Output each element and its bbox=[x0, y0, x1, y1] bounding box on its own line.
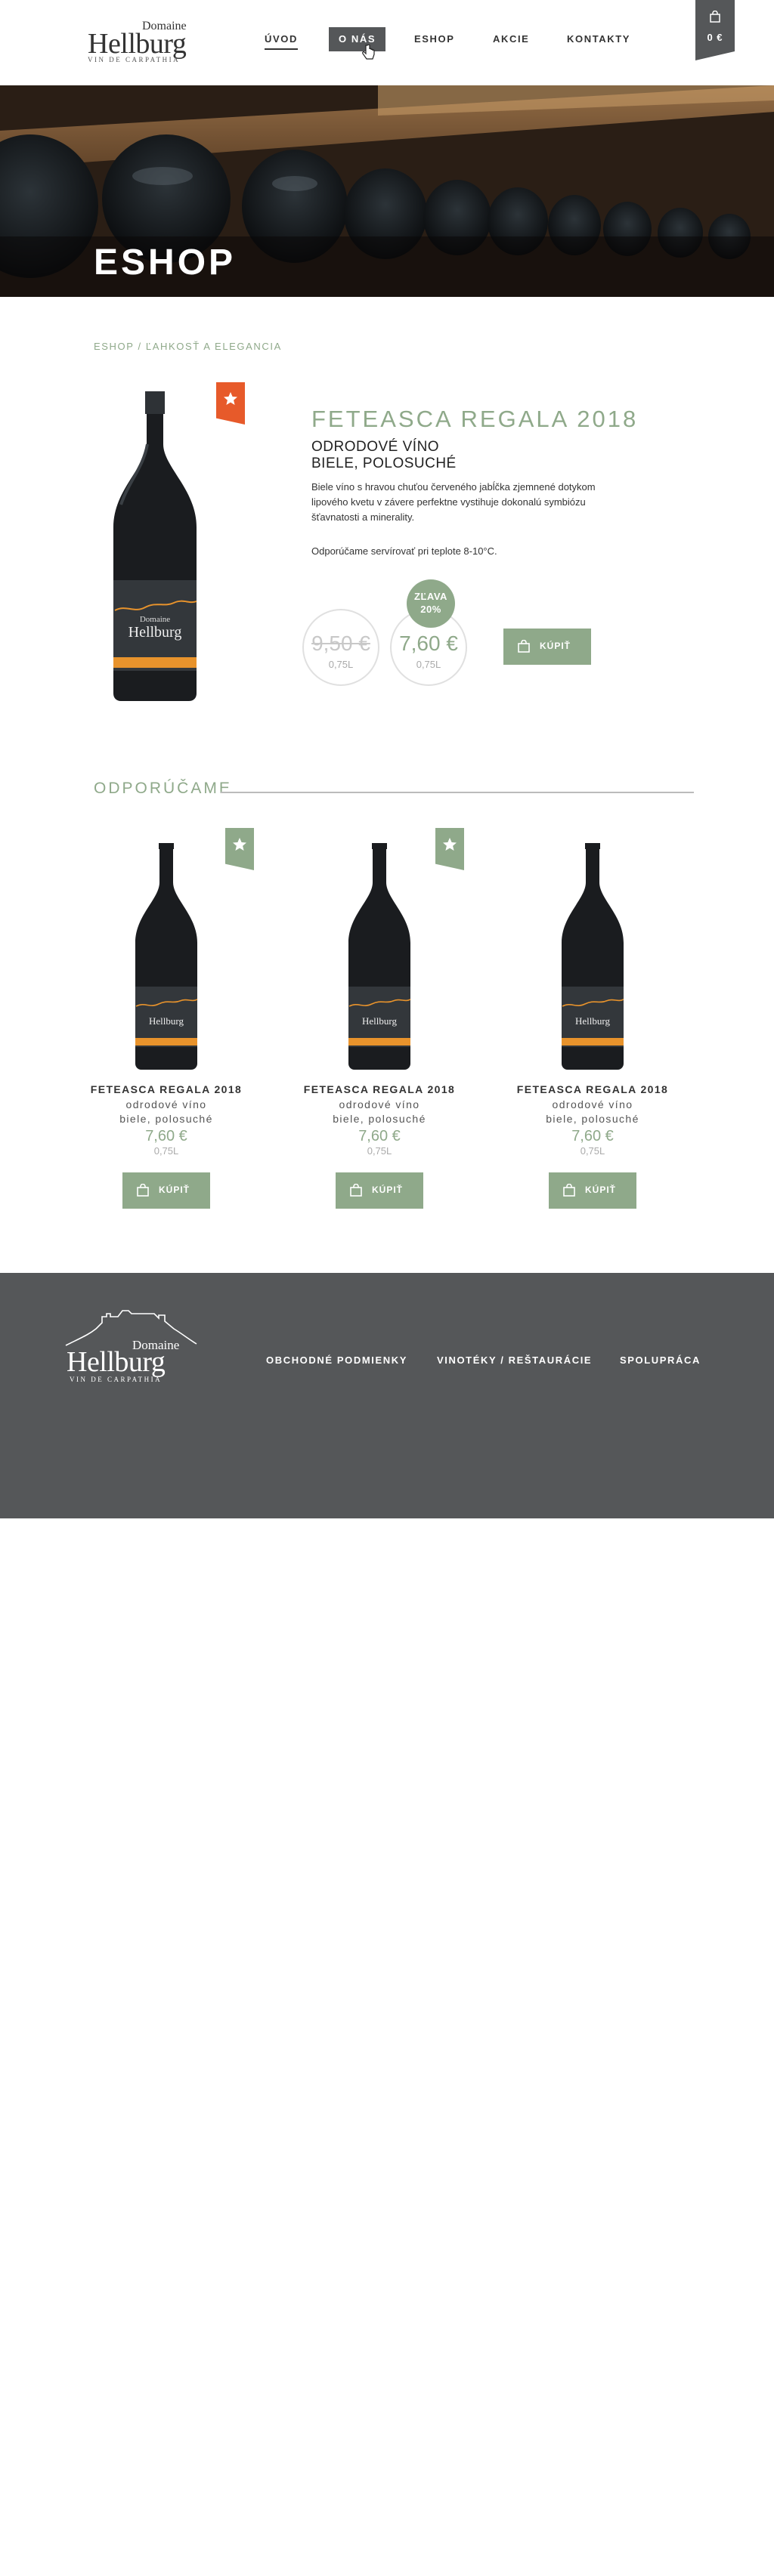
old-price-circle: 9,50 € 0,75L bbox=[302, 609, 379, 686]
recommended-price: 7,60 € bbox=[571, 1128, 614, 1144]
discount-label: ZĽAVA bbox=[414, 591, 447, 602]
footer-link-cooperation[interactable]: SPOLUPRÁCA bbox=[620, 1354, 701, 1366]
svg-text:Hellburg: Hellburg bbox=[149, 1015, 184, 1027]
bottle-label-domaine: Domaine bbox=[140, 615, 170, 624]
buy-button-label: KÚPIŤ bbox=[540, 641, 571, 651]
footer-link-terms[interactable]: OBCHODNÉ PODMIENKY bbox=[266, 1354, 407, 1366]
site-logo[interactable]: Domaine Hellburg VIN DE CARPATHIA bbox=[88, 20, 194, 63]
discount-percent: 20% bbox=[420, 604, 441, 615]
footer-link-wine-shops[interactable]: VINOTÉKY / REŠTAURÁCIE bbox=[437, 1354, 592, 1366]
serving-temperature: Odporúčame servírovať pri teplote 8-10°C… bbox=[311, 545, 497, 557]
product-bottle-image: Hellburg bbox=[348, 843, 411, 1070]
nav-kontakty[interactable]: KONTAKTY bbox=[567, 27, 630, 51]
nav-akcie[interactable]: AKCIE bbox=[493, 27, 529, 51]
product-bottle-image: Hellburg bbox=[135, 843, 198, 1070]
new-price: 7,60 € bbox=[399, 632, 458, 655]
recommended-style: biele, polosuché bbox=[546, 1113, 639, 1125]
old-price-volume: 0,75L bbox=[328, 659, 354, 670]
logo-tagline: VIN DE CARPATHIA bbox=[88, 56, 181, 63]
recommended-card[interactable]: Hellburg FETEASCA REGALA 2018 odrodové v… bbox=[76, 823, 257, 1216]
star-icon bbox=[443, 838, 457, 851]
buy-button-label: KÚPIŤ bbox=[372, 1185, 403, 1195]
buy-button[interactable]: KÚPIŤ bbox=[336, 1172, 423, 1209]
recommended-style: biele, polosuché bbox=[119, 1113, 213, 1125]
recommended-style: biele, polosuché bbox=[333, 1113, 426, 1125]
featured-flag bbox=[225, 828, 254, 870]
product-description: Biele víno s hravou chuťou červeného jab… bbox=[311, 481, 596, 523]
product-title: FETEASCA REGALA 2018 bbox=[311, 406, 639, 432]
bottle-label-hellburg: Hellburg bbox=[128, 624, 182, 641]
hero-banner: ESHOP bbox=[0, 85, 774, 297]
svg-text:Hellburg: Hellburg bbox=[362, 1015, 397, 1027]
product-type: ODRODOVÉ VÍNO bbox=[311, 439, 440, 455]
recommended-name[interactable]: FETEASCA REGALA 2018 bbox=[76, 1083, 257, 1095]
recommended-price: 7,60 € bbox=[145, 1128, 187, 1144]
hand-cursor-icon bbox=[362, 45, 375, 60]
shopping-bag-icon bbox=[710, 11, 720, 23]
svg-text:Hellburg: Hellburg bbox=[575, 1015, 610, 1027]
recommended-volume: 0,75L bbox=[153, 1145, 179, 1157]
recommended-name[interactable]: FETEASCA REGALA 2018 bbox=[289, 1083, 470, 1095]
featured-flag bbox=[216, 382, 245, 425]
footer-logo-tagline: VIN DE CARPATHIA bbox=[70, 1376, 163, 1383]
product-style: BIELE, POLOSUCHÉ bbox=[311, 456, 457, 471]
product-bottle-image: Domaine Hellburg bbox=[113, 391, 197, 701]
recommended-heading: ODPORÚČAME bbox=[94, 780, 232, 797]
shopping-bag-icon bbox=[563, 1184, 575, 1197]
recommended-type: odrodové víno bbox=[339, 1098, 420, 1110]
page-title: ESHOP bbox=[94, 242, 237, 283]
star-icon bbox=[224, 392, 237, 405]
buy-button[interactable]: KÚPIŤ bbox=[503, 629, 591, 665]
cart-total: 0 € bbox=[707, 32, 723, 43]
recommended-volume: 0,75L bbox=[367, 1145, 392, 1157]
recommended-name[interactable]: FETEASCA REGALA 2018 bbox=[502, 1083, 683, 1095]
buy-button-label: KÚPIŤ bbox=[585, 1185, 616, 1195]
site-header: Domaine Hellburg VIN DE CARPATHIA ÚVOD O… bbox=[0, 0, 774, 85]
shopping-bag-icon bbox=[350, 1184, 362, 1197]
site-footer: Domaine Hellburg VIN DE CARPATHIA bbox=[0, 1273, 774, 1518]
recommended-price: 7,60 € bbox=[358, 1128, 401, 1144]
recommended-divider bbox=[221, 792, 694, 793]
recommended-type: odrodové víno bbox=[552, 1098, 633, 1110]
star-icon bbox=[233, 838, 246, 851]
recommended-card[interactable]: Hellburg FETEASCA REGALA 2018 odrodové v… bbox=[502, 823, 683, 1216]
discount-badge: ZĽAVA 20% bbox=[407, 579, 455, 628]
nav-uvod[interactable]: ÚVOD bbox=[265, 27, 298, 51]
cart-button[interactable]: 0 € bbox=[695, 0, 735, 60]
recommended-type: odrodové víno bbox=[125, 1098, 207, 1110]
shopping-bag-icon bbox=[518, 640, 530, 653]
featured-flag bbox=[435, 828, 464, 870]
product-bottle-image: Hellburg bbox=[562, 843, 624, 1070]
shopping-bag-icon bbox=[137, 1184, 149, 1197]
nav-eshop[interactable]: ESHOP bbox=[414, 27, 455, 51]
nav-o-nas[interactable]: O NÁS bbox=[329, 27, 386, 51]
buy-button-label: KÚPIŤ bbox=[159, 1185, 190, 1195]
old-price: 9,50 € bbox=[311, 632, 370, 655]
breadcrumb[interactable]: ESHOP / ĽAHKOSŤ A ELEGANCIA bbox=[94, 341, 282, 352]
footer-logo[interactable]: Domaine Hellburg VIN DE CARPATHIA bbox=[64, 1302, 200, 1385]
new-price-volume: 0,75L bbox=[416, 659, 441, 670]
buy-button[interactable]: KÚPIŤ bbox=[122, 1172, 210, 1209]
buy-button[interactable]: KÚPIŤ bbox=[549, 1172, 636, 1209]
recommended-volume: 0,75L bbox=[580, 1145, 605, 1157]
recommended-card[interactable]: Hellburg FETEASCA REGALA 2018 odrodové v… bbox=[289, 823, 470, 1216]
footer-logo-hellburg: Hellburg bbox=[67, 1346, 166, 1378]
